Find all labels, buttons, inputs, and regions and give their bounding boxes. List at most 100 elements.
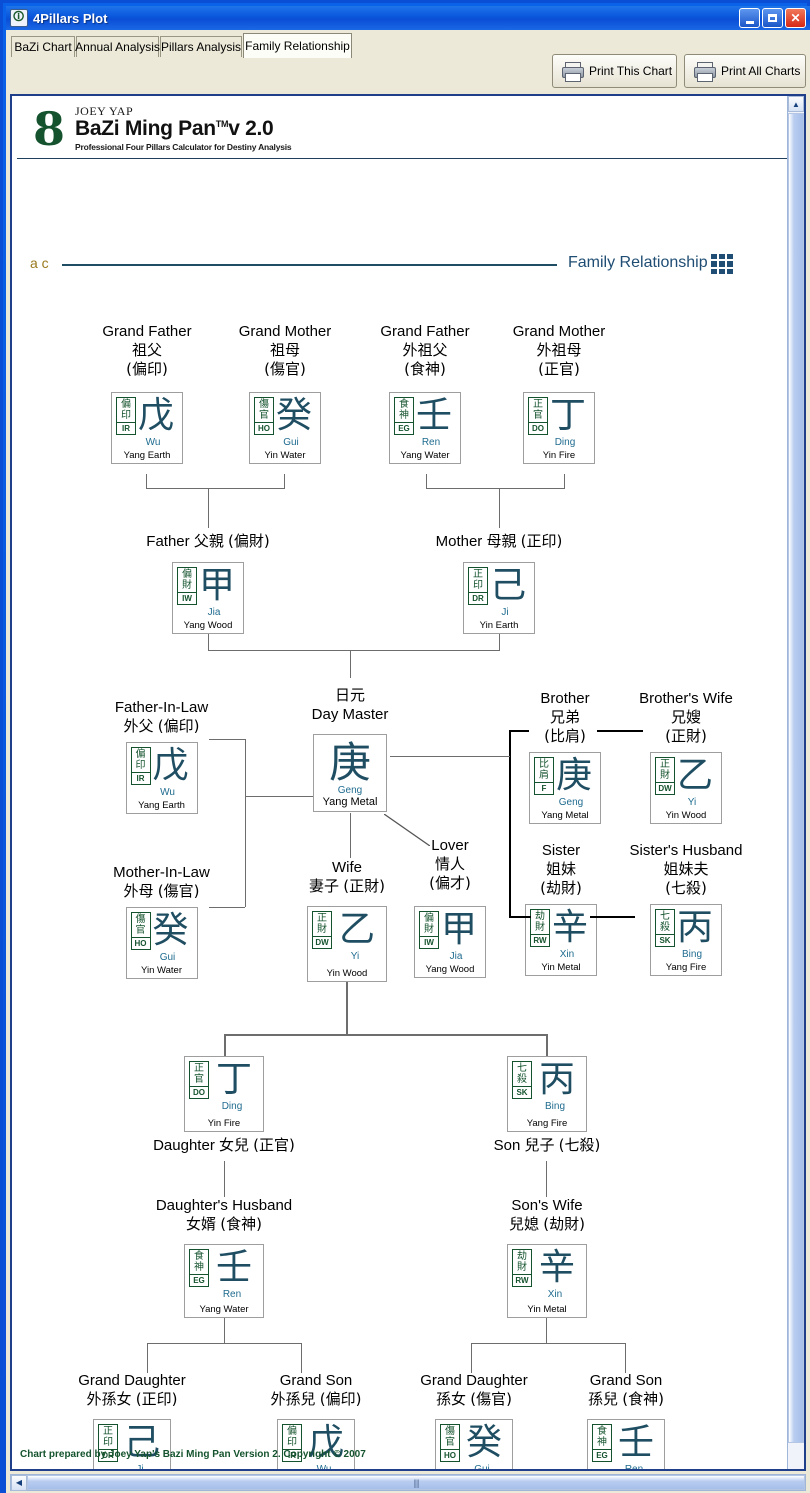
print-this-chart-button[interactable]: Print This Chart (552, 54, 677, 88)
connector (499, 488, 500, 528)
node-god-label: (偏才) (429, 874, 471, 892)
connector (509, 730, 529, 732)
tab-family-relationship[interactable]: Family Relationship (243, 33, 352, 58)
connector (224, 1161, 225, 1197)
connector (346, 982, 348, 1034)
tab-annual-analysis[interactable]: Annual Analysis (75, 36, 160, 57)
pillar-card[interactable]: 食神 EG 壬 Ren Yang Water (184, 1244, 264, 1318)
print-all-charts-button[interactable]: Print All Charts (684, 54, 806, 88)
node-label-cn: 父親 (193, 532, 224, 550)
stem-pinyin: Wu (145, 437, 161, 448)
vertical-scroll-thumb[interactable] (788, 113, 804, 1443)
node-god-label: (七殺) (558, 1136, 601, 1154)
node-god-label: (比肩) (544, 727, 586, 745)
heavenly-stem: 丁 (215, 1059, 252, 1100)
pillar-card[interactable]: 正印 DR 己 Ji Yin Earth (463, 562, 535, 634)
pillar-card[interactable]: 正印 DR 己 Ji Yin Earth (93, 1419, 171, 1469)
pillar-card[interactable]: 食神 EG 壬 Ren Yang Water (389, 392, 461, 464)
heavenly-stem: 乙 (338, 909, 375, 950)
heavenly-stem: 癸 (152, 910, 189, 951)
connector (208, 650, 500, 651)
pillar-card[interactable]: 劫財 RW 辛 Xin Yin Metal (507, 1244, 587, 1318)
connector-lover (383, 813, 431, 847)
heavenly-stem: 辛 (538, 1247, 575, 1288)
node-label-cn: 外祖母 (536, 341, 582, 359)
close-button[interactable] (785, 8, 806, 28)
node-label-en: Brother's Wife (639, 690, 733, 707)
vertical-scrollbar[interactable]: ▲ (787, 96, 804, 1469)
pillar-card[interactable]: 食神 EG 壬 Ren Yang Water (587, 1419, 665, 1469)
brand-header: 8 JOEY YAP BaZi Ming PanTMv 2.0 Professi… (17, 101, 787, 159)
pillar-card[interactable]: 傷官 HO 癸 Gui Yin Water (125, 907, 198, 979)
node-god-label: (正官) (538, 360, 580, 378)
horizontal-scrollbar[interactable]: ◀ |||| (10, 1474, 806, 1491)
node-god-label: (正印) (135, 1390, 178, 1408)
pillar-card[interactable]: 劫財 RW 辛 Xin Yin Metal (525, 904, 597, 976)
app-icon (10, 8, 28, 27)
scroll-up-arrow[interactable]: ▲ (788, 96, 804, 112)
ten-god-box: 傷官 HO (440, 1424, 460, 1462)
scroll-left-arrow[interactable]: ◀ (11, 1474, 27, 1491)
node-label-en: Wife (332, 859, 362, 876)
printer-icon (561, 61, 584, 82)
heavenly-stem: 己 (489, 565, 526, 606)
pillar-card[interactable]: 七殺 SK 丙 Bing Yang Fire (507, 1056, 587, 1132)
heavenly-stem: 甲 (198, 565, 235, 606)
node-god-label: (食神) (404, 360, 446, 378)
node-label-cn: 女婿 (186, 1215, 217, 1233)
ten-god-cn: 偏印 (287, 1426, 297, 1448)
pillar-card[interactable]: 比肩 F 庚 Geng Yang Metal (529, 752, 601, 824)
horizontal-scroll-thumb[interactable]: |||| (27, 1475, 805, 1490)
node-label-en: Lover (431, 837, 469, 854)
stem-element: Yin Metal (527, 1304, 567, 1315)
pillar-card[interactable]: 偏印 IR 戊 Wu Yang Earth (277, 1419, 355, 1469)
stem-pinyin: Ding (554, 437, 576, 448)
pillar-card[interactable]: 傷官 HO 癸 Gui Yin Water (249, 392, 321, 464)
product-tagline: Professional Four Pillars Calculator for… (75, 142, 292, 152)
stem-pinyin: Xin (547, 1289, 563, 1300)
pillar-card[interactable]: 偏財 IW 甲 Jia Yang Wood (414, 906, 486, 978)
pillar-card[interactable]: 偏印 IR 戊 Wu Yang Earth (111, 392, 183, 464)
pillar-card[interactable]: 正官 DO 丁 Ding Yin Fire (523, 392, 595, 464)
connector (146, 488, 285, 489)
stem-pinyin: Ding (221, 1101, 243, 1112)
pillar-card[interactable]: 正財 DW 乙 Yi Yin Wood (307, 906, 387, 982)
minimize-button[interactable] (739, 8, 760, 28)
pillar-card[interactable]: 正官 DO 丁 Ding Yin Fire (184, 1056, 264, 1132)
tab-bazi-chart[interactable]: BaZi Chart (11, 36, 75, 57)
pillar-card[interactable]: 偏財 IW 甲 Jia Yang Wood (172, 562, 244, 634)
title-bar[interactable]: 4Pillars Plot (6, 6, 810, 30)
pillar-card[interactable]: 傷官 HO 癸 Gui Yin Water (435, 1419, 513, 1469)
tab-pillars-analysis[interactable]: Pillars Analysis (160, 36, 242, 57)
pillar-card[interactable]: 庚 Geng Yang Metal (313, 734, 387, 812)
node-label-en: Daughter's Husband (155, 1197, 293, 1214)
node-god-label: (正印) (520, 532, 563, 550)
node-label-en: Father-In-Law (114, 699, 209, 716)
node-god-label: (偏印) (157, 717, 200, 735)
connector (590, 916, 635, 918)
pillar-card[interactable]: 正財 DW 乙 Yi Yin Wood (650, 752, 722, 824)
ten-god-box: 食神 EG (189, 1249, 209, 1287)
node-label-cn: 孫兒 (588, 1390, 619, 1408)
chart-code-label: a c (30, 255, 49, 271)
maximize-button[interactable] (762, 8, 783, 28)
product-title: BaZi Ming Pan (75, 117, 216, 140)
application-window: 4Pillars Plot BaZi Chart Annual Analysis… (0, 0, 810, 1493)
connector (546, 1161, 547, 1197)
node-label-en: Brother (540, 690, 590, 707)
stem-element: Yang Earth (138, 800, 185, 811)
node-label-en: Grand Son (589, 1372, 663, 1389)
window-title: 4Pillars Plot (33, 10, 108, 26)
node-god-label: (傷官) (470, 1390, 512, 1408)
stem-element: Yang Fire (526, 1118, 568, 1129)
stem-pinyin: Xin (559, 949, 575, 960)
stem-element: Yin Water (264, 450, 306, 461)
heavenly-stem: 丙 (676, 907, 713, 948)
stem-pinyin: Wu (301, 1464, 347, 1469)
node-god-label: (偏財) (228, 532, 270, 550)
pillar-card[interactable]: 七殺 SK 丙 Bing Yang Fire (650, 904, 722, 976)
stem-element: Yang Wood (183, 620, 233, 631)
pillar-card[interactable]: 偏印 IR 戊 Wu Yang Earth (125, 742, 198, 814)
connector (209, 907, 245, 908)
stem-element: Yang Wood (425, 964, 475, 975)
